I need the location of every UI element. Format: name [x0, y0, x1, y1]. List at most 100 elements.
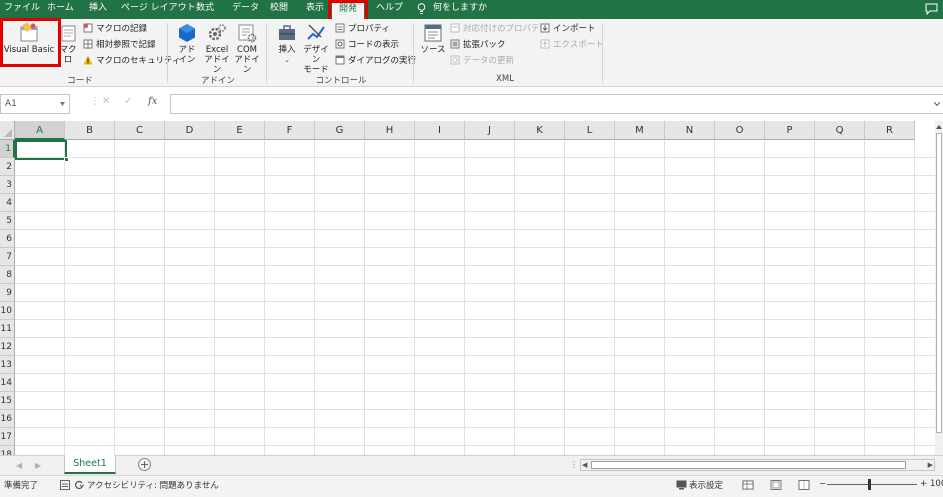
tab-help[interactable]: ヘルプ [376, 0, 403, 19]
column-header-c[interactable]: C [115, 121, 165, 140]
macro-record-status-icon[interactable] [60, 480, 70, 490]
row-header-14[interactable]: 14 [0, 374, 15, 392]
column-header-p[interactable]: P [765, 121, 815, 140]
sheet-tab-sheet1[interactable]: Sheet1 [64, 455, 116, 474]
row-header-2[interactable]: 2 [0, 158, 15, 176]
confirm-icon[interactable]: ✓ [124, 96, 132, 107]
column-header-g[interactable]: G [315, 121, 365, 140]
row-header-12[interactable]: 12 [0, 338, 15, 356]
accessibility-icon[interactable] [74, 480, 84, 490]
scroll-left-icon[interactable]: ◀ [582, 461, 587, 469]
column-header-l[interactable]: L [565, 121, 615, 140]
name-box[interactable]: A1 [0, 94, 70, 114]
tab-formulas[interactable]: 数式 [196, 0, 214, 19]
row-header-8[interactable]: 8 [0, 266, 15, 284]
excel-addins-button[interactable]: Excel アドイン [202, 23, 232, 75]
column-header-i[interactable]: I [415, 121, 465, 140]
zoom-out-button[interactable]: − [819, 479, 826, 489]
tab-scroll-splitter[interactable]: ⋮ [570, 460, 578, 469]
page-layout-view-icon[interactable] [770, 480, 782, 490]
view-code-button[interactable]: コードの表示 [335, 39, 399, 52]
display-settings-button[interactable]: 表示設定 [689, 479, 723, 491]
design-mode-button[interactable]: デザイン モード [301, 23, 331, 75]
row-header-18[interactable]: 18 [0, 446, 15, 455]
tab-view[interactable]: 表示 [306, 0, 324, 19]
column-header-a[interactable]: A [15, 121, 65, 140]
export-button[interactable]: エクスポート [540, 39, 604, 52]
refresh-data-button[interactable]: データの更新 [450, 55, 514, 68]
row-header-4[interactable]: 4 [0, 194, 15, 212]
column-header-f[interactable]: F [265, 121, 315, 140]
normal-view-icon[interactable] [742, 480, 754, 490]
column-header-o[interactable]: O [715, 121, 765, 140]
scroll-up-icon[interactable] [936, 123, 942, 131]
column-header-n[interactable]: N [665, 121, 715, 140]
tab-home[interactable]: ホーム [47, 0, 74, 19]
tab-page-layout[interactable]: ページ レイアウト [121, 0, 196, 19]
row-header-16[interactable]: 16 [0, 410, 15, 428]
column-header-r[interactable]: R [865, 121, 915, 140]
addins-button[interactable]: アド イン [174, 23, 200, 65]
worksheet-grid[interactable]: ABCDEFGHIJKLMNOPQR 1 2 3 4 5 6 7 8 9 10 11 12 13 14 15… [0, 121, 935, 455]
fill-handle[interactable] [64, 157, 69, 162]
chevron-down-icon[interactable] [60, 102, 65, 106]
expansion-packs-button[interactable]: 拡張パック [450, 39, 506, 52]
cancel-icon[interactable]: ✕ [102, 96, 110, 107]
map-properties-button[interactable]: 対応付けのプロパティ [450, 23, 548, 36]
next-sheet-icon[interactable]: ▶ [35, 461, 41, 470]
com-addins-button[interactable]: COM アドイン [233, 23, 261, 75]
scroll-right-icon[interactable]: ▶ [928, 461, 933, 469]
row-header-1[interactable]: 1 [0, 140, 15, 158]
cells-area[interactable] [15, 140, 935, 455]
accessibility-status[interactable]: アクセシビリティ: 問題ありません [87, 479, 219, 491]
tab-insert[interactable]: 挿入 [89, 0, 107, 19]
row-header-11[interactable]: 11 [0, 320, 15, 338]
relative-reference-button[interactable]: 相対参照で記録 [83, 39, 156, 52]
insert-function-button[interactable]: fx [148, 96, 157, 107]
insert-control-button[interactable]: 挿入 ⌄ [274, 23, 300, 65]
tab-file[interactable]: ファイル [4, 0, 40, 19]
comments-icon[interactable] [925, 3, 938, 15]
zoom-level[interactable]: 100% [930, 479, 943, 489]
row-header-7[interactable]: 7 [0, 248, 15, 266]
row-header-10[interactable]: 10 [0, 302, 15, 320]
page-break-view-icon[interactable] [798, 480, 810, 490]
column-header-d[interactable]: D [165, 121, 215, 140]
vertical-scrollbar[interactable] [935, 121, 943, 455]
zoom-slider-thumb[interactable] [868, 479, 871, 490]
row-header-3[interactable]: 3 [0, 176, 15, 194]
prev-sheet-icon[interactable]: ◀ [16, 461, 22, 470]
expand-formula-icon[interactable] [934, 102, 940, 106]
column-header-e[interactable]: E [215, 121, 265, 140]
active-cell[interactable] [15, 140, 69, 162]
zoom-in-button[interactable]: + [920, 479, 927, 489]
import-button[interactable]: インポート [540, 23, 596, 36]
record-macro-button[interactable]: マクロの記録 [83, 23, 147, 36]
add-sheet-button[interactable]: + [138, 458, 151, 471]
row-header-17[interactable]: 17 [0, 428, 15, 446]
column-header-q[interactable]: Q [815, 121, 865, 140]
row-header-5[interactable]: 5 [0, 212, 15, 230]
xml-source-button[interactable]: ソース [419, 23, 447, 55]
row-header-15[interactable]: 15 [0, 392, 15, 410]
row-header-13[interactable]: 13 [0, 356, 15, 374]
zoom-slider-track[interactable] [827, 484, 917, 485]
column-header-b[interactable]: B [65, 121, 115, 140]
column-header-k[interactable]: K [515, 121, 565, 140]
horizontal-scrollbar[interactable]: ◀ ▶ [580, 459, 935, 471]
row-header-6[interactable]: 6 [0, 230, 15, 248]
column-header-m[interactable]: M [615, 121, 665, 140]
properties-button[interactable]: プロパティ [335, 23, 390, 36]
column-header-j[interactable]: J [465, 121, 515, 140]
tell-me-search[interactable]: 何をしますか [433, 0, 487, 19]
macro-security-button[interactable]: マクロのセキュリティ [83, 55, 181, 68]
select-all-button[interactable] [0, 121, 15, 140]
horizontal-scroll-thumb[interactable] [591, 461, 906, 469]
row-header-9[interactable]: 9 [0, 284, 15, 302]
formula-input[interactable] [170, 94, 943, 114]
run-dialog-button[interactable]: ダイアログの実行 [335, 55, 416, 68]
tab-review[interactable]: 校閲 [270, 0, 288, 19]
column-header-h[interactable]: H [365, 121, 415, 140]
tab-data[interactable]: データ [232, 0, 259, 19]
vertical-scroll-thumb[interactable] [936, 133, 942, 433]
